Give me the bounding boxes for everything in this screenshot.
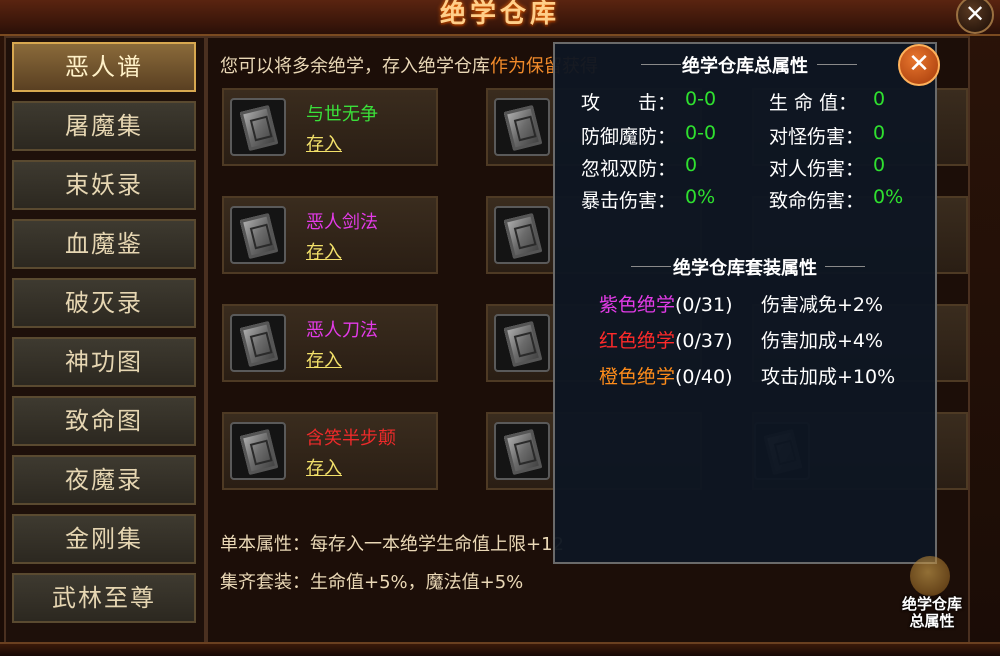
store-link[interactable]: 存入 bbox=[306, 454, 342, 480]
set-purple-count: (0/31) bbox=[675, 294, 733, 316]
skill-name: 恶人刀法 bbox=[306, 320, 378, 341]
skill-book-icon[interactable] bbox=[494, 422, 550, 480]
set-red-count: (0/37) bbox=[675, 330, 733, 352]
divider bbox=[817, 64, 857, 65]
set-bonus: 伤害减免+2% bbox=[761, 294, 884, 316]
total-attributes-button-label: 绝学仓库 总属性 bbox=[892, 596, 972, 630]
stat-label: 攻 击： bbox=[581, 92, 677, 114]
popup-close-icon[interactable]: ✕ bbox=[898, 44, 940, 86]
set-bonus: 攻击加成+10% bbox=[761, 366, 896, 388]
treasure-icon bbox=[910, 556, 950, 596]
sidebar-item-shuyao[interactable]: 束妖录 bbox=[12, 160, 196, 210]
stat-value: 0 bbox=[873, 88, 886, 110]
stat-value: 0 bbox=[685, 154, 698, 176]
stat-value: 0% bbox=[873, 186, 904, 208]
single-attr-text: 单本属性：每存入一本绝学生命值上限+12 bbox=[220, 534, 564, 555]
skill-card: 与世无争 存入 bbox=[222, 88, 438, 166]
store-link[interactable]: 存入 bbox=[306, 130, 342, 156]
skill-card: 恶人刀法 存入 bbox=[222, 304, 438, 382]
stat-label: 对人伤害： bbox=[769, 158, 865, 180]
total-attributes-button[interactable]: 绝学仓库 总属性 bbox=[892, 556, 972, 636]
skill-book-icon[interactable] bbox=[230, 422, 286, 480]
store-link[interactable]: 存入 bbox=[306, 238, 342, 264]
set-name-orange: 橙色绝学(0/40) bbox=[599, 362, 733, 389]
sidebar-item-tumo[interactable]: 屠魔集 bbox=[12, 101, 196, 151]
skill-book-icon[interactable] bbox=[230, 206, 286, 264]
set-bonus: 伤害加成+4% bbox=[761, 330, 884, 352]
stat-value: 0 bbox=[873, 122, 886, 144]
sidebar-item-pomie[interactable]: 破灭录 bbox=[12, 278, 196, 328]
set-orange-count: (0/40) bbox=[675, 366, 733, 388]
set-orange-label: 橙色绝学 bbox=[599, 366, 676, 388]
intro-text: 您可以将多余绝学，存入绝学仓库作为保留获得 bbox=[220, 52, 598, 78]
intro-prefix: 您可以将多余绝学，存入绝学仓库 bbox=[220, 56, 490, 77]
stat-label: 忽视双防： bbox=[581, 158, 677, 180]
stat-label: 生 命 值： bbox=[769, 92, 858, 114]
sidebar-item-jingang[interactable]: 金刚集 bbox=[12, 514, 196, 564]
skill-card: 恶人剑法 存入 bbox=[222, 196, 438, 274]
set-name-red: 红色绝学(0/37) bbox=[599, 326, 733, 353]
stat-label: 对怪伤害： bbox=[769, 126, 865, 148]
category-sidebar: 恶人谱 屠魔集 束妖录 血魔鉴 破灭录 神功图 致命图 夜魔录 金刚集 武林至尊 bbox=[4, 36, 206, 644]
sidebar-item-yemo[interactable]: 夜魔录 bbox=[12, 455, 196, 505]
skill-name: 含笑半步颠 bbox=[306, 428, 396, 449]
set-purple-label: 紫色绝学 bbox=[599, 294, 676, 316]
set-red-label: 红色绝学 bbox=[599, 330, 676, 352]
bottom-frame bbox=[0, 642, 1000, 656]
sidebar-item-shengong[interactable]: 神功图 bbox=[12, 337, 196, 387]
skill-book-icon[interactable] bbox=[494, 98, 550, 156]
stat-label: 防御魔防： bbox=[581, 126, 677, 148]
skill-book-icon[interactable] bbox=[230, 314, 286, 372]
stat-value: 0 bbox=[873, 154, 886, 176]
set-name-purple: 紫色绝学(0/31) bbox=[599, 290, 733, 317]
stat-value: 0-0 bbox=[685, 88, 717, 110]
sidebar-item-xuemo[interactable]: 血魔鉴 bbox=[12, 219, 196, 269]
skill-name: 恶人剑法 bbox=[306, 212, 378, 233]
sidebar-item-wulin[interactable]: 武林至尊 bbox=[12, 573, 196, 623]
window-title: 绝学仓库 bbox=[439, 0, 560, 29]
total-attributes-popup: 绝学仓库总属性 攻 击： 0-0 生 命 值： 0 防御魔防： 0-0 对怪伤害… bbox=[553, 42, 937, 564]
skill-book-icon[interactable] bbox=[494, 314, 550, 372]
set-attributes-title: 绝学仓库套装属性 bbox=[673, 258, 817, 279]
skill-book-icon[interactable] bbox=[494, 206, 550, 264]
skill-name: 与世无争 bbox=[306, 104, 378, 125]
sidebar-item-zhiming[interactable]: 致命图 bbox=[12, 396, 196, 446]
stat-value: 0-0 bbox=[685, 122, 717, 144]
divider bbox=[825, 266, 865, 267]
total-attributes-label-line1: 绝学仓库 bbox=[901, 595, 962, 613]
stat-value: 0% bbox=[685, 186, 716, 208]
store-link[interactable]: 存入 bbox=[306, 346, 342, 372]
set-attr-text: 集齐套装：生命值+5%，魔法值+5% bbox=[220, 572, 524, 593]
total-attributes-label-line2: 总属性 bbox=[909, 612, 955, 630]
total-attributes-title: 绝学仓库总属性 bbox=[682, 56, 808, 77]
skill-book-icon[interactable] bbox=[230, 98, 286, 156]
stat-label: 暴击伤害： bbox=[581, 190, 677, 212]
skill-card: 含笑半步颠 存入 bbox=[222, 412, 438, 490]
warehouse-window: 绝学仓库 ✕ 恶人谱 屠魔集 束妖录 血魔鉴 破灭录 神功图 致命图 夜魔录 金… bbox=[0, 0, 1000, 656]
stat-label: 致命伤害： bbox=[769, 190, 865, 212]
sidebar-item-eren[interactable]: 恶人谱 bbox=[12, 42, 196, 92]
title-bar: 绝学仓库 bbox=[0, 0, 1000, 36]
